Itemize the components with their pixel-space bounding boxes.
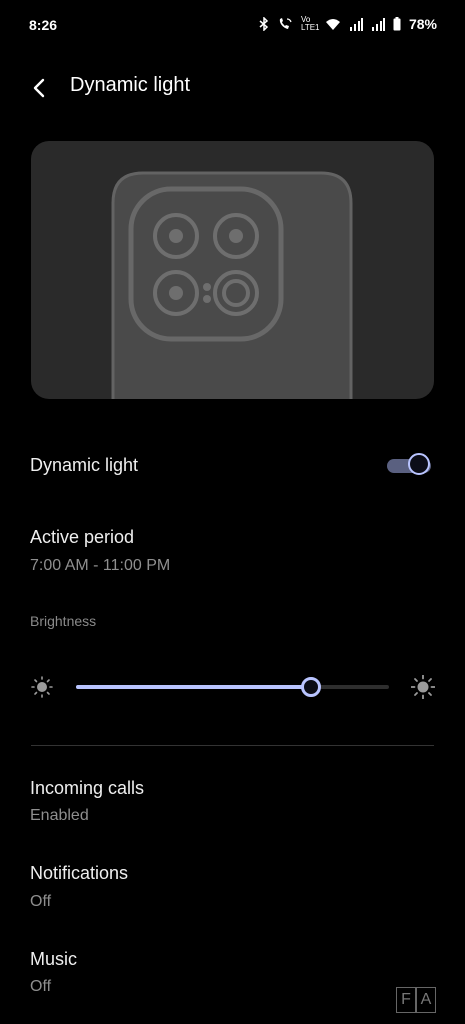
status-icons: Vo LTE1 78%	[259, 16, 437, 32]
watermark-letter: A	[416, 987, 436, 1013]
incoming-calls-value: Enabled	[30, 807, 89, 824]
divider	[31, 745, 434, 746]
notifications-value: Off	[30, 893, 52, 910]
slider-thumb[interactable]	[300, 677, 321, 697]
watermark: F A	[396, 987, 438, 1015]
bluetooth-icon	[259, 17, 269, 31]
signal-icon	[371, 17, 385, 31]
active-period-value: 7:00 AM - 11:00 PM	[30, 557, 171, 574]
incoming-calls-label: Incoming calls	[30, 778, 145, 798]
dynamic-light-preview	[31, 141, 434, 399]
dynamic-light-toggle[interactable]	[387, 453, 435, 479]
battery-percent: 78%	[408, 16, 437, 32]
status-bar: 8:26 Vo LTE1 78%	[0, 0, 465, 52]
brightness-high-icon	[411, 675, 435, 699]
phone-camera-illustration	[111, 171, 353, 399]
page-title: Dynamic light	[70, 74, 191, 96]
status-time: 8:26	[29, 17, 58, 33]
brightness-slider[interactable]	[76, 677, 389, 697]
slider-fill	[76, 685, 311, 689]
active-period-label: Active period	[30, 527, 135, 547]
wifi-call-icon	[279, 18, 292, 29]
signal-icon	[349, 17, 363, 31]
music-value: Off	[30, 978, 52, 995]
dynamic-light-label: Dynamic light	[30, 455, 139, 475]
watermark-letter: F	[396, 987, 416, 1013]
back-arrow-icon[interactable]	[26, 74, 54, 102]
network-label: Vo LTE1	[300, 15, 320, 32]
toggle-thumb	[408, 453, 430, 475]
music-label: Music	[30, 949, 78, 969]
battery-icon	[393, 17, 401, 31]
notifications-label: Notifications	[30, 863, 129, 883]
brightness-low-icon	[31, 676, 53, 698]
app-bar: Dynamic light	[0, 68, 465, 104]
brightness-section-label: Brightness	[30, 613, 97, 629]
wifi-icon	[325, 18, 340, 30]
